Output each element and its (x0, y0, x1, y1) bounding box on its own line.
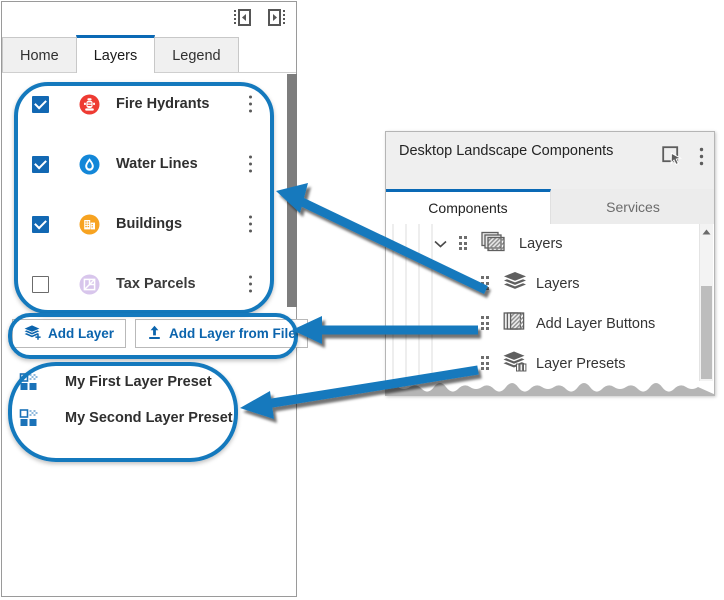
add-layer-button[interactable]: Add Layer (12, 319, 127, 348)
dock-right-icon[interactable] (267, 9, 287, 27)
components-panel: Desktop Landscape Components Components … (385, 131, 715, 396)
upload-icon (147, 325, 162, 343)
building-icon (79, 214, 100, 235)
tab-legend-label: Legend (172, 47, 221, 64)
component-tree-scrollbar[interactable] (699, 224, 713, 381)
layer-checkbox-water-lines[interactable] (32, 155, 49, 173)
layer-options-icon[interactable] (248, 275, 252, 293)
layer-options-icon[interactable] (248, 215, 252, 233)
tree-item-label: Add Layer Buttons (536, 316, 656, 332)
panel-torn-edge (386, 381, 714, 395)
tree-item-label: Layers (519, 236, 563, 252)
layer-preset-label: My First Layer Preset (65, 374, 212, 390)
tree-item-layers[interactable]: Layers (386, 264, 714, 304)
layer-name: Tax Parcels (116, 276, 196, 292)
dock-left-icon[interactable] (233, 9, 253, 27)
layer-name: Fire Hydrants (116, 96, 210, 112)
components-panel-header: Desktop Landscape Components (386, 132, 714, 190)
layers-panel: Home Layers Legend Fire Hydrants Water L… (1, 1, 308, 597)
select-pointer-icon[interactable] (662, 146, 683, 172)
more-options-icon[interactable] (699, 147, 704, 171)
components-tab-bar: Components Services (386, 189, 714, 224)
layer-preset-icon (19, 372, 39, 392)
add-layer-button-label: Add Layer (48, 326, 115, 341)
drag-handle-icon[interactable] (459, 236, 468, 252)
drag-handle-icon[interactable] (481, 356, 490, 372)
tab-layers-label: Layers (93, 47, 138, 64)
layer-name: Buildings (116, 216, 183, 232)
panel-titlebar (2, 2, 296, 34)
dock-icon-group (233, 9, 287, 27)
fire-hydrant-icon (79, 94, 100, 115)
tab-components-label: Components (428, 200, 508, 216)
layers-stack-icon (503, 271, 527, 297)
layer-checkbox-tax-parcels[interactable] (32, 275, 49, 293)
scrollbar-thumb[interactable] (701, 286, 712, 379)
tree-item-layer-presets[interactable]: Layer Presets (386, 344, 714, 384)
layer-preset-icon (19, 408, 39, 428)
tree-item-layers-group[interactable]: Layers (386, 224, 714, 264)
list-item[interactable]: My First Layer Preset (2, 364, 296, 400)
layer-presets-icon (503, 351, 527, 378)
layer-presets: My First Layer Preset My Second Layer Pr… (2, 364, 296, 436)
list-item[interactable]: My Second Layer Preset (2, 400, 296, 436)
tree-item-label: Layers (536, 276, 580, 292)
component-tree: Layers Layers Add Layer Buttons Layer Pr… (386, 224, 714, 395)
water-drop-icon (79, 154, 100, 175)
layer-preset-label: My Second Layer Preset (65, 410, 233, 426)
drag-handle-icon[interactable] (481, 276, 490, 292)
layers-group-icon (481, 231, 507, 258)
drag-handle-icon[interactable] (481, 316, 490, 332)
layer-row[interactable]: Tax Parcels (2, 254, 296, 314)
tab-services[interactable]: Services (551, 189, 714, 224)
add-layer-buttons-icon (503, 311, 527, 337)
layer-name: Water Lines (116, 156, 198, 172)
add-layer-from-file-button[interactable]: Add Layer from File (135, 319, 308, 348)
tab-layers[interactable]: Layers (75, 35, 156, 74)
layer-row[interactable]: Buildings (2, 194, 296, 254)
tab-legend[interactable]: Legend (154, 37, 239, 73)
layer-row[interactable]: Water Lines (2, 134, 296, 194)
add-layer-from-file-button-label: Add Layer from File (169, 326, 296, 341)
tab-home[interactable]: Home (2, 37, 77, 73)
add-layer-icon (24, 324, 41, 343)
tab-services-label: Services (606, 198, 660, 215)
scroll-up-icon[interactable] (700, 226, 713, 238)
layer-checkbox-fire-hydrants[interactable] (32, 95, 49, 113)
tree-item-label: Layer Presets (536, 356, 626, 372)
tab-home-label: Home (20, 47, 59, 64)
components-panel-header-icons (662, 146, 704, 172)
chevron-down-icon[interactable] (434, 235, 447, 253)
components-panel-title: Desktop Landscape Components (399, 143, 614, 159)
tab-components[interactable]: Components (386, 189, 551, 224)
layer-list: Fire Hydrants Water Lines Buildings Tax … (2, 74, 296, 314)
panel-tab-bar: Home Layers Legend (2, 35, 296, 74)
layer-options-icon[interactable] (248, 155, 252, 173)
layer-options-icon[interactable] (248, 95, 252, 113)
add-layer-buttons: Add Layer Add Layer from File (12, 319, 308, 348)
screenshot-root: Home Layers Legend Fire Hydrants Water L… (0, 0, 724, 600)
layer-row[interactable]: Fire Hydrants (2, 74, 296, 134)
tree-item-add-layer-buttons[interactable]: Add Layer Buttons (386, 304, 714, 344)
layer-list-scrollbar[interactable] (287, 74, 297, 307)
tax-parcel-icon (79, 274, 100, 295)
layer-checkbox-buildings[interactable] (32, 215, 49, 233)
